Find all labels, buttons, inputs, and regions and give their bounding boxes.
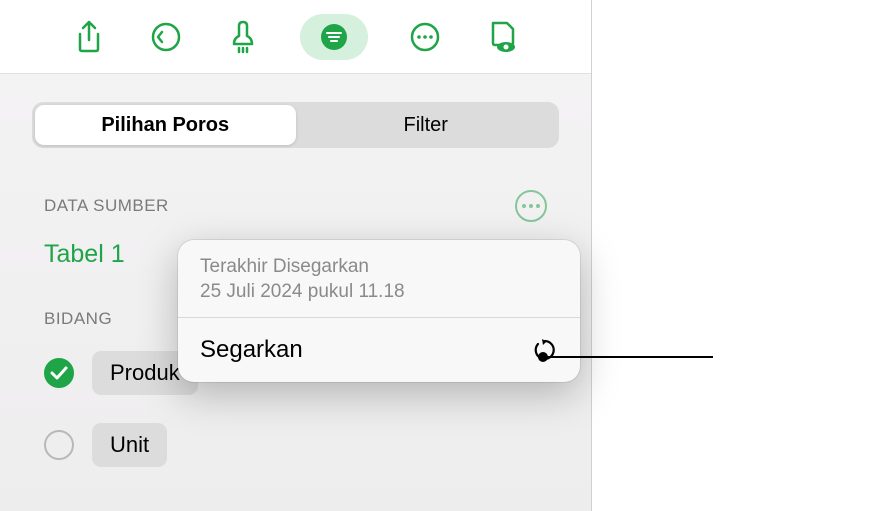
refresh-popover: Terakhir Disegarkan 25 Juli 2024 pukul 1…	[178, 240, 580, 382]
more-button[interactable]	[405, 17, 445, 57]
refresh-action[interactable]: Segarkan	[178, 318, 580, 382]
callout-annotation	[543, 356, 713, 358]
brush-icon	[228, 20, 258, 54]
field-chip-unit[interactable]: Unit	[92, 423, 167, 467]
share-icon	[75, 20, 103, 54]
field-label-text: Produk	[110, 360, 180, 385]
field-checkbox-produk[interactable]	[44, 358, 74, 388]
source-data-header: DATA SUMBER	[32, 190, 559, 222]
popover-header: Terakhir Disegarkan 25 Juli 2024 pukul 1…	[178, 240, 580, 317]
more-icon	[409, 21, 441, 53]
checkmark-icon	[50, 366, 68, 380]
ellipsis-icon	[522, 204, 540, 208]
field-checkbox-unit[interactable]	[44, 430, 74, 460]
tab-segmented-control: Pilihan Poros Filter	[32, 102, 559, 148]
source-data-label: DATA SUMBER	[44, 196, 169, 216]
main-toolbar	[0, 0, 591, 74]
field-row-unit: Unit	[32, 423, 559, 467]
tab-filter[interactable]: Filter	[296, 105, 557, 145]
view-mode-button[interactable]	[482, 17, 522, 57]
organize-icon	[319, 22, 349, 52]
document-view-icon	[487, 20, 517, 54]
field-label-text: Unit	[110, 432, 149, 457]
last-refreshed-date: 25 Juli 2024 pukul 11.18	[200, 281, 558, 303]
undo-icon	[150, 21, 182, 53]
share-button[interactable]	[69, 17, 109, 57]
refresh-label: Segarkan	[200, 336, 303, 364]
tab-pivot-options[interactable]: Pilihan Poros	[35, 105, 296, 145]
source-data-more-button[interactable]	[515, 190, 547, 222]
last-refreshed-label: Terakhir Disegarkan	[200, 256, 558, 278]
tab-label: Filter	[404, 114, 448, 137]
organize-button-active[interactable]	[300, 14, 368, 60]
undo-button[interactable]	[146, 17, 186, 57]
tab-label: Pilihan Poros	[101, 114, 229, 137]
format-brush-button[interactable]	[223, 17, 263, 57]
